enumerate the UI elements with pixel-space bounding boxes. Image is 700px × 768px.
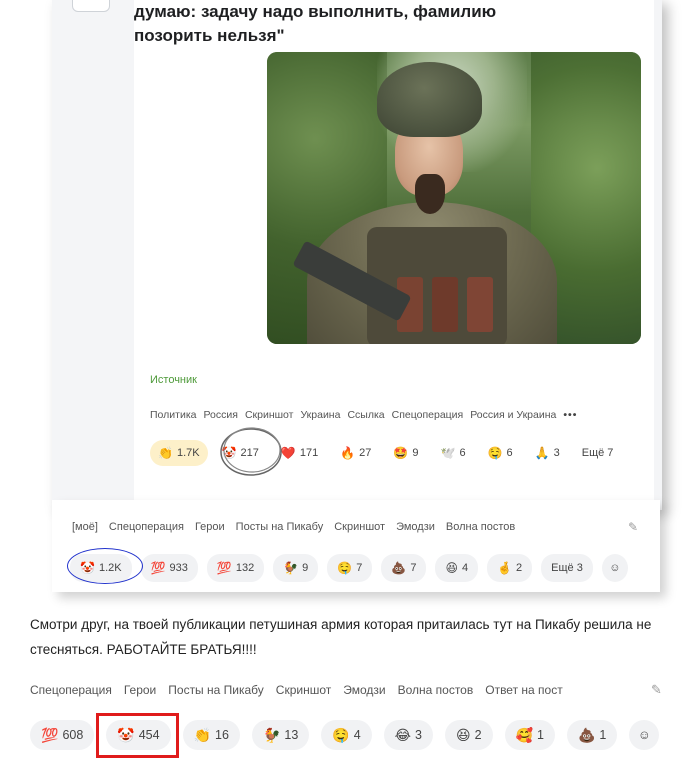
reaction-chip[interactable]: 🐓 9 bbox=[273, 554, 319, 582]
quote-line-1: думаю: задачу надо выполнить, фамилию bbox=[134, 2, 497, 21]
reaction-chip[interactable]: 🐓 13 bbox=[251, 720, 310, 750]
menu-icon[interactable] bbox=[72, 0, 110, 12]
add-reaction-icon[interactable]: ☺ bbox=[629, 720, 660, 750]
reaction-chip[interactable]: 😆 4 bbox=[435, 554, 479, 582]
reaction-chip[interactable]: 🤤 4 bbox=[321, 720, 372, 750]
reaction-chip[interactable]: 😆 2 bbox=[444, 720, 493, 750]
tag[interactable]: Посты на Пикабу bbox=[168, 683, 264, 697]
tag[interactable]: Россия bbox=[204, 409, 238, 421]
tag[interactable]: Герои bbox=[195, 521, 225, 533]
post-quote: думаю: задачу надо выполнить, фамилию по… bbox=[134, 0, 514, 48]
reaction-chip[interactable]: 💩 1 bbox=[566, 720, 618, 750]
tag[interactable]: Ссылка bbox=[347, 409, 384, 421]
source-link[interactable]: Источник bbox=[150, 374, 197, 386]
tag[interactable]: Спецоперация bbox=[109, 521, 184, 533]
tag[interactable]: Скриншот bbox=[276, 683, 331, 697]
reaction-chip[interactable]: 🤤 6 bbox=[480, 440, 521, 466]
reaction-chip[interactable]: 🤤 7 bbox=[327, 554, 373, 582]
tag[interactable]: Эмодзи bbox=[396, 521, 435, 533]
tag[interactable]: [моё] bbox=[72, 521, 98, 533]
more-reactions-button[interactable]: Ещё 3 bbox=[541, 554, 593, 582]
reaction-chip[interactable]: 🥰 1 bbox=[504, 720, 555, 750]
add-reaction-icon[interactable]: ☺ bbox=[601, 554, 628, 582]
reaction-chip[interactable]: 👏 1.7K bbox=[150, 440, 208, 466]
comment1-tags: [моё] Спецоперация Герои Посты на Пикабу… bbox=[72, 521, 515, 533]
comment2-tags: Спецоперация Герои Посты на Пикабу Скрин… bbox=[30, 683, 563, 697]
post-tags: Политика Россия Скриншот Украина Ссылка … bbox=[150, 409, 577, 421]
tag[interactable]: Спецоперация bbox=[392, 409, 464, 421]
tag[interactable]: Волна постов bbox=[446, 521, 515, 533]
tag[interactable]: Спецоперация bbox=[30, 683, 112, 697]
tag[interactable]: Россия и Украина bbox=[470, 409, 556, 421]
tag[interactable]: Скриншот bbox=[245, 409, 294, 421]
comment-text: Смотри друг, на твоей публикации петушин… bbox=[30, 617, 652, 657]
more-reactions-button[interactable]: Ещё 7 bbox=[574, 440, 622, 466]
comment1-reactions: 🤡 1.2K 💯 933 💯 132 🐓 9 🤤 7 💩 7 😆 4 🤞 2 Ещё 3 ☺ bbox=[70, 554, 628, 582]
reaction-chip[interactable]: 💯 132 bbox=[206, 554, 265, 582]
tag[interactable]: Волна постов bbox=[398, 683, 474, 697]
reaction-chip[interactable]: 💯 608 bbox=[30, 720, 95, 750]
tag[interactable]: Ответ на пост bbox=[485, 683, 562, 697]
reaction-chip[interactable]: 👏 16 bbox=[182, 720, 240, 750]
comment-screenshot: [моё] Спецоперация Герои Посты на Пикабу… bbox=[52, 500, 660, 592]
tag[interactable]: Скриншот bbox=[334, 521, 385, 533]
reaction-chip[interactable]: 🙏 3 bbox=[527, 440, 568, 466]
ellipsis-icon[interactable]: ••• bbox=[563, 409, 577, 421]
tag[interactable]: Политика bbox=[150, 409, 197, 421]
tag[interactable]: Украина bbox=[300, 409, 340, 421]
gray-circle-annotation bbox=[220, 427, 282, 476]
reaction-chip[interactable]: 💩 7 bbox=[381, 554, 427, 582]
tag[interactable]: Посты на Пикабу bbox=[236, 521, 324, 533]
reaction-chip[interactable]: 🔥 27 bbox=[332, 440, 379, 466]
quote-line-2: позорить нельзя" bbox=[134, 26, 285, 45]
red-box-annotation bbox=[96, 713, 179, 758]
reaction-chip[interactable]: 💯 933 bbox=[140, 554, 198, 582]
reaction-chip[interactable]: 🤩 9 bbox=[385, 440, 426, 466]
reaction-chip[interactable]: 🕊️ 6 bbox=[433, 440, 474, 466]
reaction-chip[interactable]: 😂 3 bbox=[383, 720, 433, 750]
blue-circle-annotation bbox=[67, 548, 143, 584]
tag[interactable]: Эмодзи bbox=[343, 683, 385, 697]
edit-pencil-icon[interactable]: ✎ bbox=[628, 520, 638, 534]
post-photo bbox=[267, 52, 641, 344]
reaction-chip[interactable]: 🤞 2 bbox=[487, 554, 533, 582]
edit-pencil-icon[interactable]: ✎ bbox=[651, 682, 662, 698]
tag[interactable]: Герои bbox=[124, 683, 156, 697]
